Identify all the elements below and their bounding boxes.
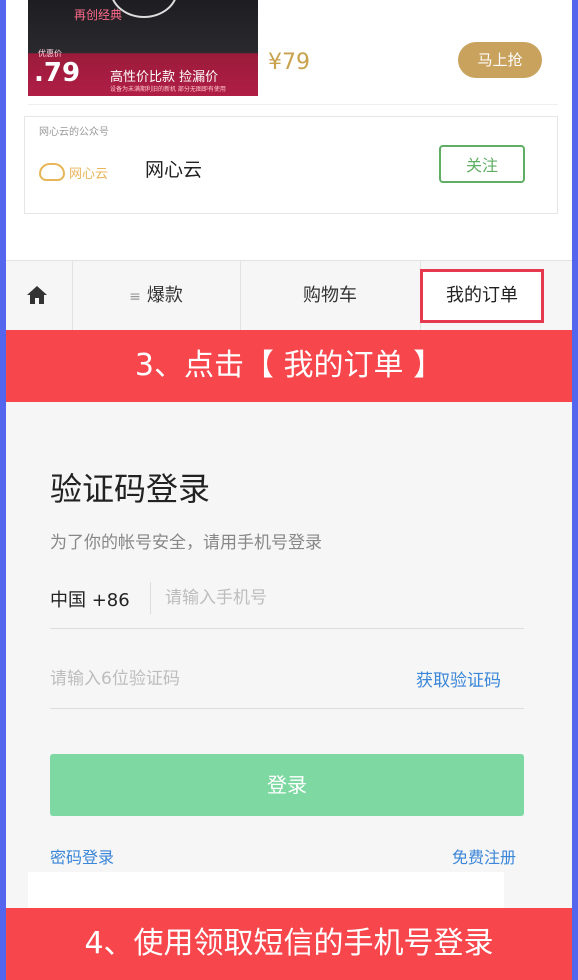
cloud-icon	[39, 163, 65, 181]
product-image-price: .79	[34, 58, 81, 88]
official-account-caption: 网心云的公众号	[39, 127, 109, 138]
follow-button[interactable]: 关注	[439, 145, 525, 183]
phone-input[interactable]	[150, 582, 537, 614]
password-login-link[interactable]: 密码登录	[50, 844, 114, 868]
divider	[28, 104, 558, 105]
divider	[50, 708, 524, 709]
nav-home[interactable]	[6, 261, 73, 331]
footer-strip	[28, 872, 504, 908]
instruction-banner-step3: 3、点击【 我的订单 】	[6, 330, 572, 402]
buy-now-button[interactable]: 马上抢	[458, 42, 542, 78]
product-price: ¥79	[268, 50, 310, 75]
official-account-card: 网心云的公众号 网心云 网心云 关注	[24, 116, 558, 214]
instruction-banner-step4: 4、使用领取短信的手机号登录	[6, 908, 572, 980]
country-code-selector[interactable]: 中国 +86	[50, 586, 130, 612]
product-image[interactable]: 再创经典 优惠价 .79 高性价比款 捡漏价 设备为未满期利旧的新机 部分无图即…	[28, 0, 258, 96]
verification-code-input[interactable]	[50, 664, 380, 694]
home-icon	[27, 286, 47, 304]
register-link[interactable]: 免费注册	[452, 844, 516, 868]
login-subtitle: 为了你的帐号安全，请用手机号登录	[50, 533, 322, 553]
product-top-label: 再创经典	[74, 8, 123, 22]
nav-cart[interactable]: 购物车	[240, 261, 421, 331]
nav-hot-label: 爆款	[146, 285, 183, 306]
product-fine-print: 设备为未满期利旧的新机 部分无图即有使用	[110, 86, 226, 93]
login-panel: 验证码登录 为了你的帐号安全，请用手机号登录 中国 +86 获取验证码 登录 密…	[6, 402, 572, 908]
login-button[interactable]: 登录	[50, 754, 524, 816]
phone-screen: 再创经典 优惠价 .79 高性价比款 捡漏价 设备为未满期利旧的新机 部分无图即…	[6, 0, 572, 980]
nav-my-orders[interactable]: 我的订单	[420, 269, 544, 323]
menu-icon: ≡	[129, 289, 141, 305]
get-code-button[interactable]: 获取验证码	[416, 666, 501, 691]
logo-text: 网心云	[69, 167, 109, 182]
official-account-logo: 网心云	[39, 157, 119, 187]
product-slogan: 高性价比款 捡漏价	[110, 70, 219, 85]
bottom-nav: ≡ 爆款 购物车 我的订单	[6, 260, 572, 331]
login-title: 验证码登录	[50, 470, 211, 508]
divider	[50, 628, 524, 629]
official-account-name: 网心云	[145, 159, 203, 181]
nav-hot-items[interactable]: ≡ 爆款	[72, 261, 241, 331]
